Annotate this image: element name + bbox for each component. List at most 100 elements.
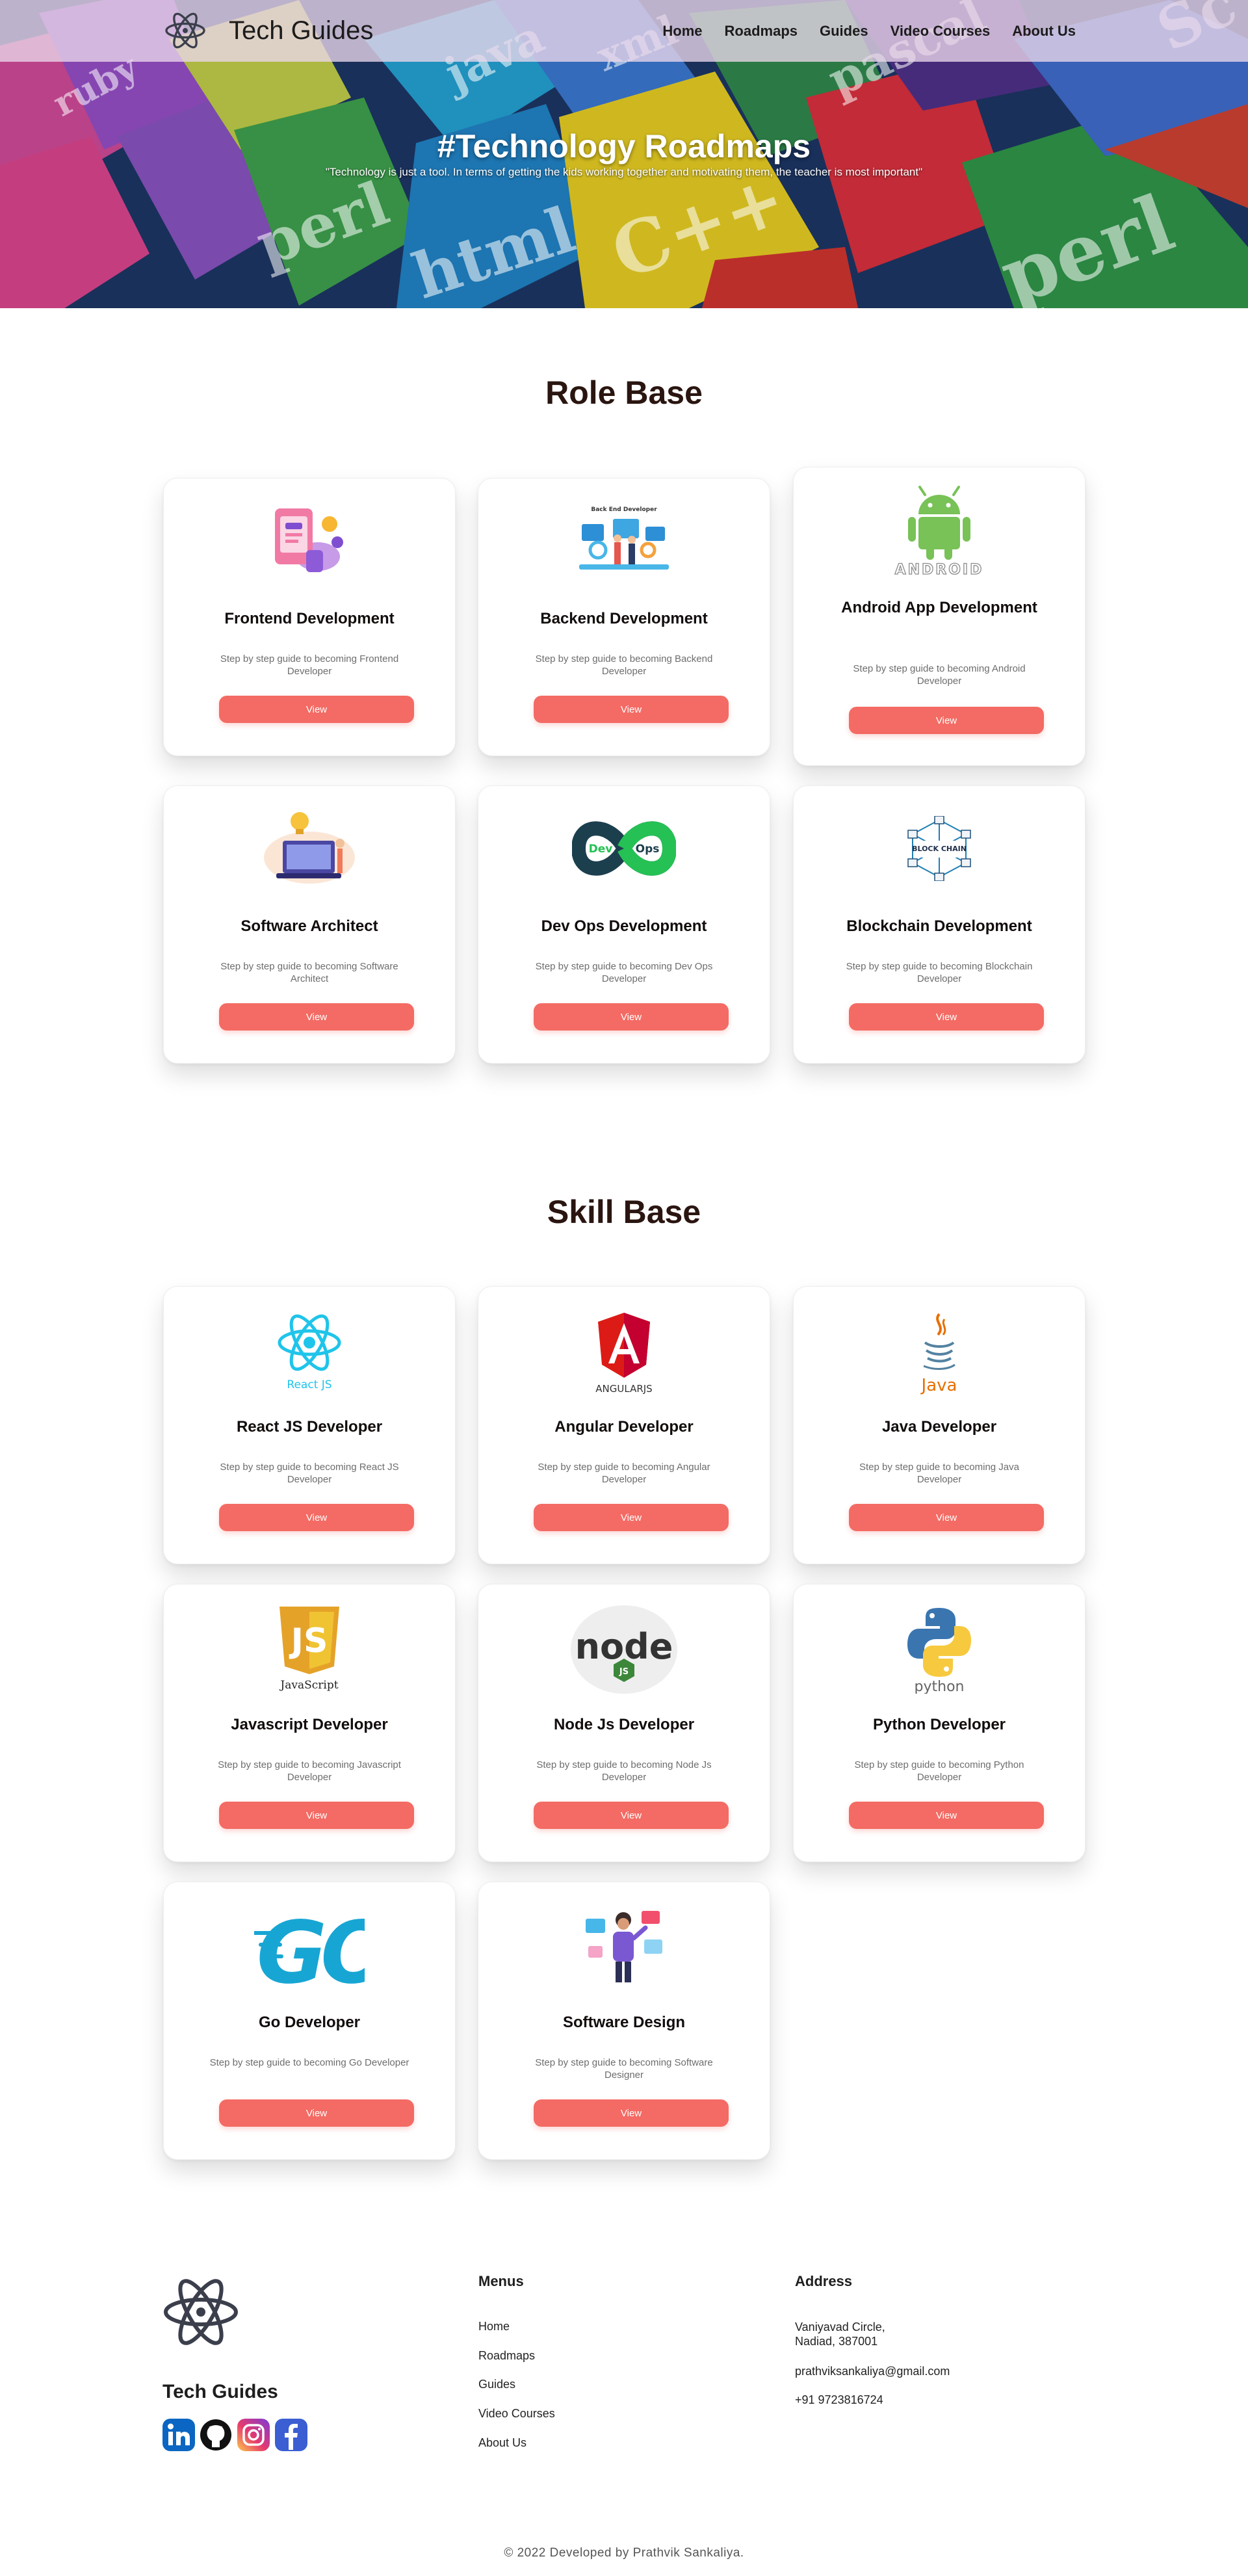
card-description: Step by step guide to becoming Software … xyxy=(220,961,398,984)
footer-link-home[interactable]: Home xyxy=(478,2320,510,2333)
card-title: Go Developer xyxy=(258,2014,361,2031)
footer-menus-heading: Menus xyxy=(478,2273,524,2289)
angular-logo-icon: ANGULARJS xyxy=(595,1313,653,1395)
view-software-architect-button[interactable]: View xyxy=(219,1003,414,1031)
address-line-2: Nadiad, 387001 xyxy=(795,2335,878,2348)
footer-link-about-us[interactable]: About Us xyxy=(478,2436,526,2450)
card-description: Step by step guide to becoming Java Deve… xyxy=(859,1462,1019,1485)
footer-link-roadmaps[interactable]: Roadmaps xyxy=(478,2349,535,2363)
nav-video-courses[interactable]: Video Courses xyxy=(890,23,991,40)
role-card-backend: Back End Developer Backend Development S… xyxy=(478,478,770,756)
blockchain-icon: BLOCK CHAIN xyxy=(907,816,971,881)
skill-card-angular: ANGULARJS Angular Developer Step by step… xyxy=(478,1286,770,1564)
facebook-icon[interactable] xyxy=(275,2419,307,2451)
java-logo-icon: Java xyxy=(920,1313,957,1395)
copyright: © 2022 Developed by Prathvik Sankaliya. xyxy=(504,2546,744,2560)
footer-phone[interactable]: +91 9723816724 xyxy=(795,2393,883,2407)
nav-roadmaps[interactable]: Roadmaps xyxy=(725,23,798,40)
card-description: Step by step guide to becoming Angular D… xyxy=(538,1462,710,1485)
skill-card-react: React JS React JS Developer Step by step… xyxy=(163,1286,456,1564)
svg-text:Java: Java xyxy=(920,1376,957,1395)
role-card-software-architect: Software Architect Step by step guide to… xyxy=(163,785,456,1064)
top-navbar: Tech Guides Home Roadmaps Guides Video C… xyxy=(0,0,1248,62)
view-nodejs-button[interactable]: View xyxy=(534,1802,729,1829)
brand-name: Tech Guides xyxy=(229,16,374,45)
card-title: Angular Developer xyxy=(554,1418,694,1436)
svg-text:ANGULARJS: ANGULARJS xyxy=(595,1383,652,1395)
github-icon[interactable] xyxy=(200,2419,232,2451)
view-blockchain-button[interactable]: View xyxy=(849,1003,1044,1031)
nav-guides[interactable]: Guides xyxy=(820,23,868,40)
svg-text:ANDROID: ANDROID xyxy=(895,562,984,577)
devops-infinity-icon: Dev Ops xyxy=(572,821,676,876)
view-angular-button[interactable]: View xyxy=(534,1504,729,1531)
card-description: Step by step guide to becoming React JS … xyxy=(220,1462,399,1485)
card-description: Step by step guide to becoming Frontend … xyxy=(220,653,399,677)
footer-link-guides[interactable]: Guides xyxy=(478,2378,515,2391)
footer-link-video-courses[interactable]: Video Courses xyxy=(478,2407,555,2421)
role-card-frontend: Frontend Development Step by step guide … xyxy=(163,478,456,756)
card-title: Blockchain Development xyxy=(846,917,1032,935)
role-card-devops: Dev Ops Dev Ops Development Step by step… xyxy=(478,785,770,1064)
software-design-illustration-icon xyxy=(586,1911,662,1982)
brand[interactable]: Tech Guides xyxy=(162,9,373,52)
address-line-1: Vaniyavad Circle, xyxy=(795,2320,885,2333)
card-title: Java Developer xyxy=(881,1418,997,1436)
skill-card-javascript: JS JavaScript Javascript Developer Step … xyxy=(163,1584,456,1862)
main-menu: Home Roadmaps Guides Video Courses About… xyxy=(662,0,1076,62)
footer-brand-name: Tech Guides xyxy=(162,2381,278,2402)
nav-home[interactable]: Home xyxy=(662,23,702,40)
card-title: Software Design xyxy=(562,2014,686,2031)
card-description: Step by step guide to becoming Javascrip… xyxy=(218,1759,401,1783)
card-title: React JS Developer xyxy=(236,1418,383,1436)
skill-card-go: GO Go Developer Step by step guide to be… xyxy=(163,1882,456,2160)
role-card-blockchain: BLOCK CHAIN Blockchain Development Step … xyxy=(793,785,1086,1064)
hero-banner: ruby java xml html C++ perl perl pascal … xyxy=(0,0,1248,308)
svg-text:BLOCK CHAIN: BLOCK CHAIN xyxy=(912,845,967,853)
card-title: Frontend Development xyxy=(224,610,395,627)
view-software-design-button[interactable]: View xyxy=(534,2099,729,2127)
view-go-button[interactable]: View xyxy=(219,2099,414,2127)
python-logo-icon: python xyxy=(907,1608,971,1694)
footer-atom-logo-icon xyxy=(164,2279,238,2345)
card-description: Step by step guide to becoming Go Develo… xyxy=(209,2057,410,2068)
frontend-illustration-icon xyxy=(275,508,343,572)
view-android-button[interactable]: View xyxy=(849,707,1044,734)
card-title: Android App Development xyxy=(841,599,1037,616)
svg-text:JS: JS xyxy=(289,1622,328,1661)
javascript-logo-icon: JS JavaScript xyxy=(279,1607,339,1692)
svg-text:Back End Developer: Back End Developer xyxy=(591,506,657,513)
linkedin-icon[interactable] xyxy=(162,2419,195,2451)
software-architect-illustration-icon xyxy=(264,812,355,884)
svg-text:JS: JS xyxy=(619,1667,629,1677)
footer-address-heading: Address xyxy=(795,2273,853,2289)
card-description: Step by step guide to becoming Dev Ops D… xyxy=(535,961,713,984)
svg-text:Ops: Ops xyxy=(636,843,660,856)
skill-card-python: python Python Developer Step by step gui… xyxy=(793,1584,1086,1862)
svg-text:Dev: Dev xyxy=(589,843,613,856)
instagram-icon[interactable] xyxy=(237,2419,270,2451)
view-python-button[interactable]: View xyxy=(849,1802,1044,1829)
view-javascript-button[interactable]: View xyxy=(219,1802,414,1829)
card-description: Step by step guide to becoming Backend D… xyxy=(535,653,713,677)
card-description: Step by step guide to becoming Android D… xyxy=(853,663,1026,687)
card-description: Step by step guide to becoming Node Js D… xyxy=(536,1759,712,1783)
card-title: Python Developer xyxy=(872,1716,1006,1733)
view-react-button[interactable]: View xyxy=(219,1504,414,1531)
card-title: Software Architect xyxy=(240,917,378,935)
card-title: Node Js Developer xyxy=(553,1716,695,1733)
role-base-heading: Role Base xyxy=(545,375,703,411)
skill-card-nodejs: node JS Node Js Developer Step by step g… xyxy=(478,1584,770,1862)
view-frontend-button[interactable]: View xyxy=(219,696,414,723)
card-title: Javascript Developer xyxy=(231,1716,388,1733)
card-description: Step by step guide to becoming Software … xyxy=(535,2057,713,2081)
card-title: Dev Ops Development xyxy=(541,917,707,935)
go-logo-icon: GO xyxy=(254,1903,365,1995)
view-backend-button[interactable]: View xyxy=(534,696,729,723)
view-devops-button[interactable]: View xyxy=(534,1003,729,1031)
footer-email[interactable]: prathviksankaliya@gmail.com xyxy=(795,2364,950,2378)
view-java-button[interactable]: View xyxy=(849,1504,1044,1531)
android-logo-icon: ANDROID xyxy=(894,486,984,577)
nav-about-us[interactable]: About Us xyxy=(1012,23,1076,40)
react-logo-icon: React JS xyxy=(278,1314,341,1391)
